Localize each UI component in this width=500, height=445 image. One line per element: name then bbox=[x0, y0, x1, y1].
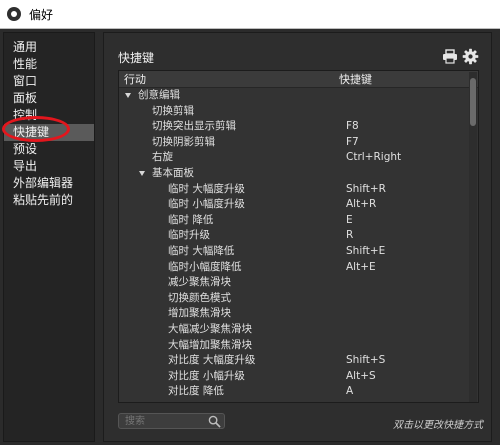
window-title: 偏好 bbox=[29, 7, 54, 22]
row-action-label: 大幅减少聚焦滑块 bbox=[168, 322, 252, 335]
row-action-label: 临时升级 bbox=[168, 229, 210, 242]
search-icon[interactable] bbox=[208, 415, 221, 428]
row-action-label: 临时 大幅降低 bbox=[168, 244, 235, 257]
row-action-label: 增加聚焦滑块 bbox=[168, 307, 231, 320]
sidebar-item-shortcuts[interactable]: 快捷键 bbox=[4, 124, 94, 141]
row-action-label: 右旋 bbox=[152, 151, 173, 164]
sidebar-item-window[interactable]: 窗口 bbox=[4, 73, 94, 90]
row-shortcut-value: Alt+E bbox=[346, 260, 376, 273]
table-row[interactable]: 创意编辑 bbox=[119, 88, 478, 104]
row-shortcut-value: F8 bbox=[346, 120, 359, 133]
title-bar: 偏好 bbox=[0, 0, 500, 28]
table-row[interactable]: 临时 大幅降低 Shift+E bbox=[119, 244, 478, 260]
preferences-window: 通用 性能 窗口 面板 控制 快捷键 预设 导出 外部编辑器 粘贴先前的 快捷键 bbox=[0, 28, 500, 445]
table-row[interactable]: 临时 小幅度升级 Alt+R bbox=[119, 197, 478, 213]
table-row[interactable]: 临时 降低 E bbox=[119, 213, 478, 229]
sidebar-item-controls[interactable]: 控制 bbox=[4, 107, 94, 124]
row-action-label: 对比度 大幅度升级 bbox=[168, 354, 256, 367]
row-action-label: 临时小幅度降低 bbox=[168, 260, 242, 273]
expand-triangle-icon[interactable] bbox=[125, 93, 131, 98]
row-action-label: 创意编辑 bbox=[138, 89, 180, 101]
vertical-scrollbar[interactable] bbox=[469, 72, 477, 402]
row-action-label: 对比度 小幅升级 bbox=[168, 369, 245, 382]
table-row[interactable]: 大幅增加聚焦滑块 bbox=[119, 338, 478, 354]
shortcuts-table: 行动 快捷键 创意编辑切换剪辑切换突出显示剪辑 F8 切换阴影剪辑 F7 右旋 Ctrl+… bbox=[118, 70, 479, 403]
row-shortcut-value: Shift+S bbox=[346, 354, 386, 367]
table-row[interactable]: 切换颜色模式 bbox=[119, 291, 478, 307]
row-action-label: 切换突出显示剪辑 bbox=[152, 120, 236, 133]
table-row[interactable]: 基本面板 bbox=[119, 166, 478, 182]
row-shortcut-value: Alt+R bbox=[346, 198, 377, 211]
expand-triangle-icon[interactable] bbox=[139, 170, 145, 176]
sidebar-item-export[interactable]: 导出 bbox=[4, 158, 94, 175]
row-action-label: 临时 降低 bbox=[168, 213, 214, 226]
table-row[interactable]: 切换剪辑 bbox=[119, 104, 478, 120]
print-icon[interactable] bbox=[442, 49, 458, 64]
row-shortcut-value: E bbox=[346, 213, 353, 226]
sidebar: 通用 性能 窗口 面板 控制 快捷键 预设 导出 外部编辑器 粘贴先前的 bbox=[3, 32, 95, 442]
row-action-label: 切换颜色模式 bbox=[168, 291, 231, 304]
table-row[interactable]: 临时小幅度降低 Alt+E bbox=[119, 260, 478, 276]
scrollbar-thumb[interactable] bbox=[470, 78, 476, 126]
table-row[interactable]: 大幅减少聚焦滑块 bbox=[119, 322, 478, 338]
sidebar-item-performance[interactable]: 性能 bbox=[4, 56, 94, 73]
table-row[interactable]: 右旋 Ctrl+Right bbox=[119, 150, 478, 166]
sidebar-item-paste-previous[interactable]: 粘贴先前的 bbox=[4, 192, 94, 209]
table-row[interactable]: 对比度 降低 A bbox=[119, 384, 478, 400]
row-action-label: 对比度 降低 bbox=[168, 385, 224, 398]
row-shortcut-value: R bbox=[346, 229, 354, 242]
row-action-label: 大幅增加聚焦滑块 bbox=[168, 338, 252, 351]
row-shortcut-value: Shift+R bbox=[346, 182, 386, 195]
gear-icon[interactable] bbox=[462, 48, 479, 65]
page-title: 快捷键 bbox=[118, 51, 155, 65]
sidebar-item-external-editors[interactable]: 外部编辑器 bbox=[4, 175, 94, 192]
table-row[interactable]: 临时 大幅度升级 Shift+R bbox=[119, 182, 478, 198]
column-header-shortcut[interactable]: 快捷键 bbox=[339, 71, 478, 87]
row-action-label: 减少聚焦滑块 bbox=[168, 276, 231, 289]
table-header: 行动 快捷键 bbox=[119, 71, 478, 88]
row-shortcut-value: F7 bbox=[346, 135, 359, 148]
double-click-hint: 双击以更改快捷方式 bbox=[393, 420, 483, 431]
row-shortcut-value: Alt+S bbox=[346, 369, 376, 382]
row-action-label: 切换剪辑 bbox=[152, 104, 194, 117]
row-shortcut-value: Shift+E bbox=[346, 244, 386, 257]
sidebar-item-presets[interactable]: 预设 bbox=[4, 141, 94, 158]
table-row[interactable]: 减少聚焦滑块 bbox=[119, 275, 478, 291]
row-action-label: 切换阴影剪辑 bbox=[152, 135, 215, 148]
table-row[interactable]: 对比度 小幅升级 Alt+S bbox=[119, 369, 478, 385]
table-body: 创意编辑切换剪辑切换突出显示剪辑 F8 切换阴影剪辑 F7 右旋 Ctrl+Right 基本… bbox=[119, 88, 478, 400]
row-shortcut-value: Ctrl+Right bbox=[346, 151, 402, 164]
row-action-label: 临时 大幅度升级 bbox=[168, 182, 245, 195]
row-action-label: 基本面板 bbox=[152, 166, 194, 179]
shortcuts-panel: 快捷键 行动 快捷键 创意编辑 切换剪辑 切换突出显示剪辑 F8 切换阴影剪辑 … bbox=[103, 32, 492, 442]
row-shortcut-value: A bbox=[346, 385, 354, 398]
table-row[interactable]: 临时升级 R bbox=[119, 228, 478, 244]
table-row[interactable]: 切换突出显示剪辑 F8 bbox=[119, 119, 478, 135]
table-row[interactable]: 对比度 大幅度升级 Shift+S bbox=[119, 353, 478, 369]
sidebar-item-panels[interactable]: 面板 bbox=[4, 90, 94, 107]
column-header-action[interactable]: 行动 bbox=[119, 71, 339, 87]
row-action-label: 临时 小幅度升级 bbox=[168, 198, 245, 211]
sidebar-item-general[interactable]: 通用 bbox=[4, 39, 94, 56]
table-row[interactable]: 增加聚焦滑块 bbox=[119, 306, 478, 322]
table-row[interactable]: 切换阴影剪辑 F7 bbox=[119, 135, 478, 151]
app-icon bbox=[7, 7, 21, 21]
